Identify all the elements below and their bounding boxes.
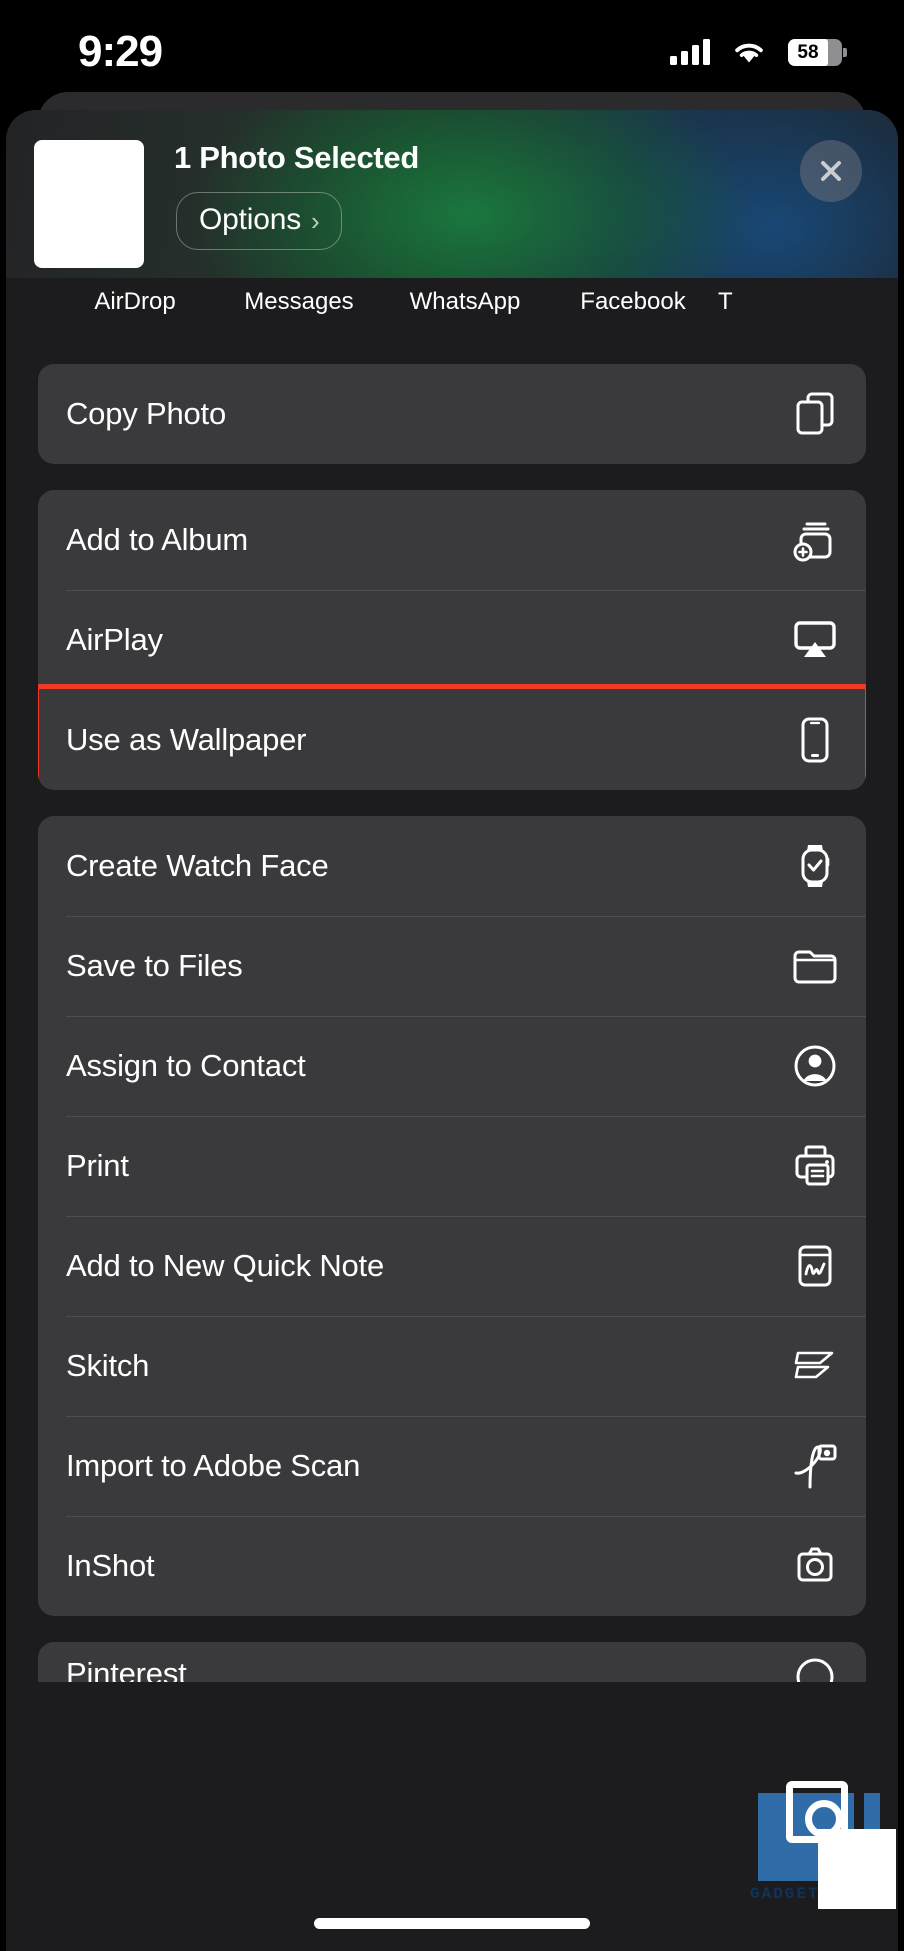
status-clock: 9:29 — [78, 27, 163, 76]
options-button-label: Options — [199, 203, 301, 236]
action-label: Save to Files — [66, 948, 243, 983]
action-row-save-to-files[interactable]: Save to Files — [38, 916, 866, 1016]
action-label: InShot — [66, 1548, 155, 1583]
share-target-airdrop[interactable]: AirDrop — [54, 288, 216, 316]
adobe-scan-icon — [792, 1443, 838, 1489]
highlighted-action-wrapper: Use as Wallpaper — [38, 684, 866, 790]
printer-icon — [792, 1143, 838, 1189]
folder-icon — [792, 943, 838, 989]
inshot-icon — [792, 1543, 838, 1589]
action-label: Pinterest — [66, 1656, 187, 1682]
status-bar: 9:29 58 — [0, 0, 904, 104]
copy-documents-icon — [792, 391, 838, 437]
action-label: Copy Photo — [66, 396, 226, 431]
action-row-copy-photo[interactable]: Copy Photo — [38, 364, 866, 464]
add-to-album-icon — [792, 517, 838, 563]
action-row-inshot[interactable]: InShot — [38, 1516, 866, 1616]
action-label: AirPlay — [66, 622, 163, 657]
action-row-import-to-adobe-scan[interactable]: Import to Adobe Scan — [38, 1416, 866, 1516]
status-indicators: 58 — [670, 38, 847, 66]
share-sheet-header: 1 Photo Selected Options › — [6, 110, 898, 278]
photo-thumbnail[interactable] — [34, 140, 144, 268]
action-row-print[interactable]: Print — [38, 1116, 866, 1216]
action-label: Skitch — [66, 1348, 150, 1383]
share-targets-row[interactable]: AirDrop Messages WhatsApp Facebook T — [6, 278, 898, 364]
apple-watch-icon — [792, 843, 838, 889]
wifi-icon — [735, 43, 763, 62]
pinterest-icon — [792, 1654, 838, 1682]
home-indicator[interactable] — [314, 1918, 590, 1929]
iphone-icon — [792, 717, 838, 763]
action-row-assign-to-contact[interactable]: Assign to Contact — [38, 1016, 866, 1116]
action-label: Add to New Quick Note — [66, 1248, 385, 1283]
action-row-add-to-new-quick-note[interactable]: Add to New Quick Note — [38, 1216, 866, 1316]
action-label: Use as Wallpaper — [66, 722, 307, 757]
action-row-create-watch-face[interactable]: Create Watch Face — [38, 816, 866, 916]
action-groups: Copy Photo Add to Album AirPlay Use as W… — [6, 364, 898, 1616]
action-row-skitch[interactable]: Skitch — [38, 1316, 866, 1416]
action-row-partial[interactable]: Pinterest — [38, 1642, 866, 1682]
share-target-facebook[interactable]: Facebook — [548, 288, 718, 316]
action-row-airplay[interactable]: AirPlay — [38, 590, 866, 690]
share-target-messages[interactable]: Messages — [216, 288, 382, 316]
cellular-bars-icon — [670, 39, 710, 65]
action-group-3: Create Watch Face Save to Files Assign t… — [38, 816, 866, 1616]
options-button[interactable]: Options › — [176, 192, 343, 250]
share-target-truncated[interactable]: T — [718, 288, 758, 316]
close-icon — [821, 161, 841, 181]
action-label: Create Watch Face — [66, 848, 329, 883]
skitch-icon — [792, 1343, 838, 1389]
action-label: Print — [66, 1148, 129, 1183]
phone-screen: 9:29 58 1 Photo Selected Options › AirDr… — [0, 0, 904, 1951]
close-button[interactable] — [800, 140, 862, 202]
page-title: 1 Photo Selected — [174, 140, 419, 175]
action-group-1: Copy Photo — [38, 364, 866, 464]
chevron-right-icon: › — [311, 205, 320, 236]
contact-person-icon — [792, 1043, 838, 1089]
action-group-2: Add to Album AirPlay Use as Wallpaper — [38, 490, 866, 790]
share-target-whatsapp[interactable]: WhatsApp — [382, 288, 548, 316]
airplay-icon — [792, 617, 838, 663]
battery-percent-label: 58 — [797, 41, 819, 63]
quick-note-icon — [792, 1243, 838, 1289]
action-row-add-to-album[interactable]: Add to Album — [38, 490, 866, 590]
gadgets-camera-logo-icon: GADGETS — [740, 1781, 896, 1909]
action-label: Assign to Contact — [66, 1048, 306, 1083]
battery-icon: 58 — [788, 38, 847, 66]
watermark-occluder — [818, 1829, 896, 1909]
action-label: Add to Album — [66, 522, 248, 557]
action-label: Import to Adobe Scan — [66, 1448, 361, 1483]
share-sheet: 1 Photo Selected Options › AirDrop Messa… — [6, 110, 898, 1951]
action-row-use-as-wallpaper[interactable]: Use as Wallpaper — [38, 690, 866, 790]
